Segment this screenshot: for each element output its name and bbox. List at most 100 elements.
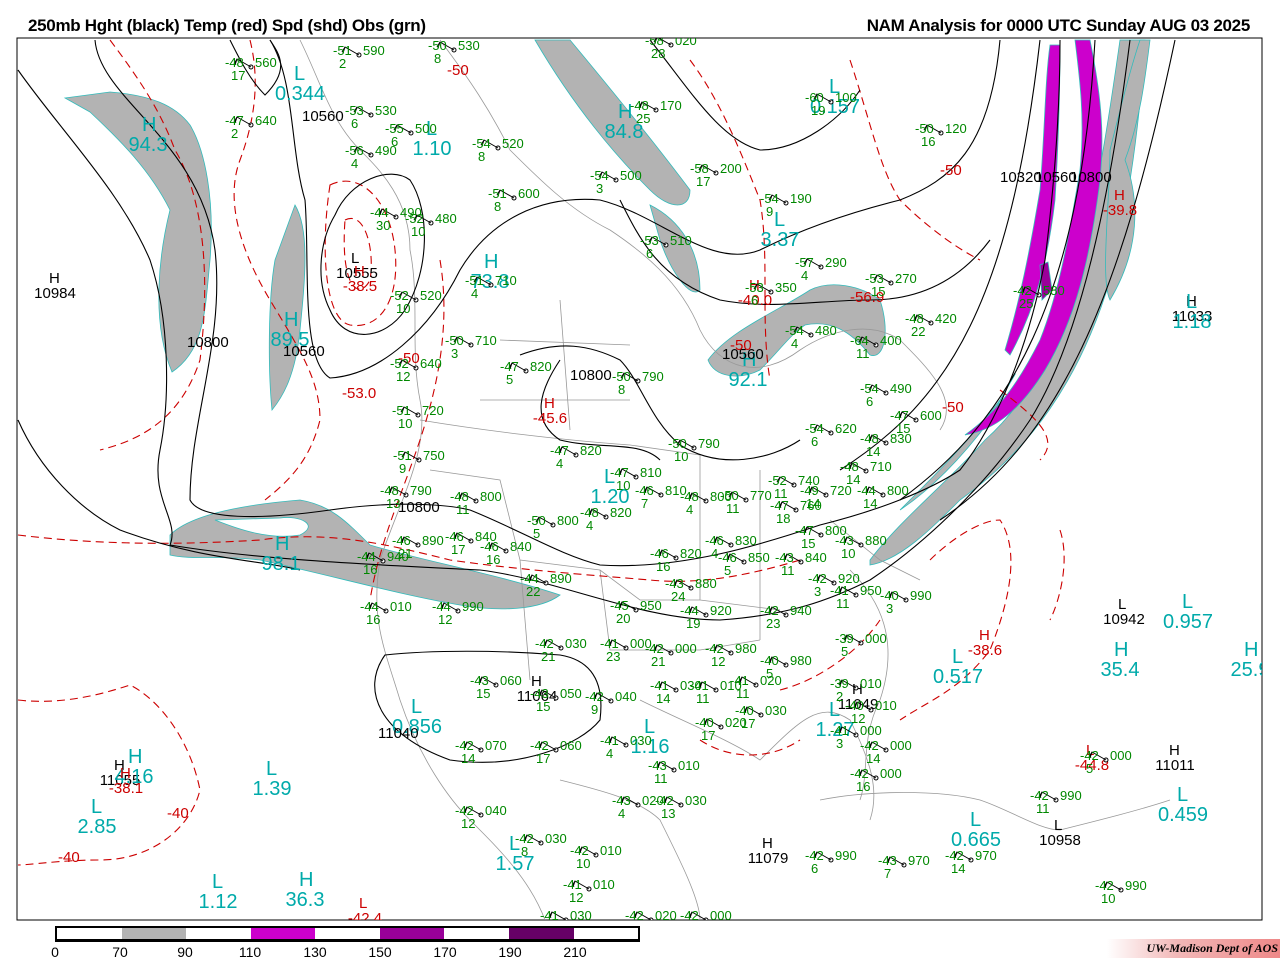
obs-height: 890 bbox=[550, 571, 572, 586]
obs-wind-speed: 3 bbox=[451, 346, 458, 361]
center-symbol: L bbox=[294, 63, 305, 85]
obs-wind-speed: 5 bbox=[1086, 761, 1093, 776]
obs-wind-speed: 5 bbox=[724, 563, 731, 578]
obs-wind-speed: 6 bbox=[751, 293, 758, 308]
center-symbol: H bbox=[484, 251, 498, 273]
obs-wind-speed: 21 bbox=[541, 649, 555, 664]
obs-wind-speed: 4 bbox=[801, 268, 808, 283]
obs-wind-speed: 23 bbox=[766, 616, 780, 631]
center-value: 11011 bbox=[1155, 757, 1195, 774]
obs-wind-speed: 16 bbox=[656, 559, 670, 574]
obs-height: 000 bbox=[880, 766, 902, 781]
obs-height: 950 bbox=[860, 583, 882, 598]
center-value: 0.344 bbox=[275, 83, 325, 105]
obs-height: 490 bbox=[375, 143, 397, 158]
obs-height: 840 bbox=[510, 539, 532, 554]
obs-wind-speed: 25 bbox=[636, 111, 650, 126]
obs-height: 040 bbox=[485, 803, 507, 818]
obs-temperature: -41 bbox=[540, 908, 559, 923]
height-contour-label: 10800 bbox=[398, 499, 440, 516]
obs-wind-speed: 4 bbox=[586, 518, 593, 533]
obs-wind-speed: 9 bbox=[766, 204, 773, 219]
legend-bin bbox=[315, 928, 380, 939]
obs-wind-speed: 10 bbox=[674, 449, 688, 464]
legend-bin bbox=[573, 928, 639, 939]
obs-height: 520 bbox=[502, 136, 524, 151]
legend-bin bbox=[57, 928, 122, 939]
center-value: 0.957 bbox=[1163, 611, 1213, 633]
center-symbol: H bbox=[284, 309, 298, 331]
obs-height: 530 bbox=[375, 103, 397, 118]
legend-tick: 70 bbox=[112, 944, 128, 960]
obs-wind-speed: 5 bbox=[841, 644, 848, 659]
center-value: 1.57 bbox=[496, 853, 535, 875]
center-value: 1.39 bbox=[253, 778, 292, 800]
obs-height: 200 bbox=[720, 161, 742, 176]
obs-wind-speed: 10 bbox=[398, 416, 412, 431]
obs-wind-speed: 10 bbox=[616, 478, 630, 493]
obs-wind-speed: 14 bbox=[863, 496, 877, 511]
obs-height: 830 bbox=[890, 431, 912, 446]
temp-contour-label: -50 bbox=[730, 337, 752, 354]
obs-height: 520 bbox=[420, 288, 442, 303]
legend-tick: 190 bbox=[498, 944, 522, 960]
obs-height: 720 bbox=[830, 483, 852, 498]
obs-wind-speed: 10 bbox=[841, 546, 855, 561]
obs-height: 000 bbox=[1110, 748, 1132, 763]
obs-height: 030 bbox=[565, 636, 587, 651]
obs-height: 000 bbox=[710, 908, 732, 923]
obs-wind-speed: 12 bbox=[711, 654, 725, 669]
center-value: 0.459 bbox=[1158, 804, 1208, 826]
obs-height: 030 bbox=[630, 733, 652, 748]
obs-height: 020 bbox=[760, 673, 782, 688]
obs-wind-speed: 15 bbox=[871, 284, 885, 299]
obs-height: 970 bbox=[908, 853, 930, 868]
center-value: 92.1 bbox=[729, 369, 768, 391]
obs-wind-speed: 4 bbox=[686, 502, 693, 517]
obs-height: 400 bbox=[880, 333, 902, 348]
obs-temperature: -42 bbox=[625, 908, 644, 923]
obs-wind-speed: 10 bbox=[396, 301, 410, 316]
center-value: -38.1 bbox=[109, 780, 143, 797]
obs-height: 510 bbox=[670, 233, 692, 248]
obs-wind-speed: 17 bbox=[451, 542, 465, 557]
legend-bin bbox=[508, 928, 574, 939]
obs-height: 940 bbox=[790, 603, 812, 618]
obs-height: 010 bbox=[600, 843, 622, 858]
obs-wind-speed: 4 bbox=[618, 806, 625, 821]
obs-height: 170 bbox=[660, 98, 682, 113]
obs-height: 750 bbox=[423, 448, 445, 463]
center-value: 98.1 bbox=[262, 553, 301, 575]
height-contour-label: 10560 bbox=[302, 108, 344, 125]
obs-height: 500 bbox=[620, 168, 642, 183]
obs-height: 000 bbox=[675, 641, 697, 656]
obs-wind-speed: 24 bbox=[671, 589, 685, 604]
obs-wind-speed: 8 bbox=[618, 382, 625, 397]
legend-tick: 150 bbox=[368, 944, 392, 960]
obs-wind-speed: 11 bbox=[1036, 801, 1050, 816]
obs-wind-speed: 11 bbox=[836, 596, 850, 611]
obs-wind-speed: 10 bbox=[411, 224, 425, 239]
obs-wind-speed: 4 bbox=[351, 156, 358, 171]
obs-height: 010 bbox=[678, 758, 700, 773]
temp-contour-label: -53.0 bbox=[342, 385, 376, 402]
center-symbol: H bbox=[275, 533, 289, 555]
obs-wind-speed: 2 bbox=[339, 56, 346, 71]
obs-wind-speed: 16 bbox=[366, 612, 380, 627]
obs-height: 020 bbox=[655, 908, 677, 923]
legend-ticks: 0 70 90 110 130 150 170 190 210 bbox=[0, 944, 700, 960]
obs-wind-speed: 16 bbox=[856, 779, 870, 794]
obs-wind-speed: 15 bbox=[801, 536, 815, 551]
obs-height: 580 bbox=[1043, 283, 1065, 298]
obs-height: 640 bbox=[255, 113, 277, 128]
obs-height: 770 bbox=[750, 488, 772, 503]
obs-wind-speed: 4 bbox=[471, 286, 478, 301]
center-value: 36.3 bbox=[286, 889, 325, 911]
obs-wind-speed: 8 bbox=[478, 149, 485, 164]
obs-height: 620 bbox=[835, 421, 857, 436]
height-contour-label: 10800 bbox=[570, 367, 612, 384]
obs-height: 030 bbox=[545, 831, 567, 846]
obs-wind-speed: 15 bbox=[536, 699, 550, 714]
temp-contour-label: -40 bbox=[167, 805, 189, 822]
obs-wind-speed: 10 bbox=[1101, 891, 1115, 906]
